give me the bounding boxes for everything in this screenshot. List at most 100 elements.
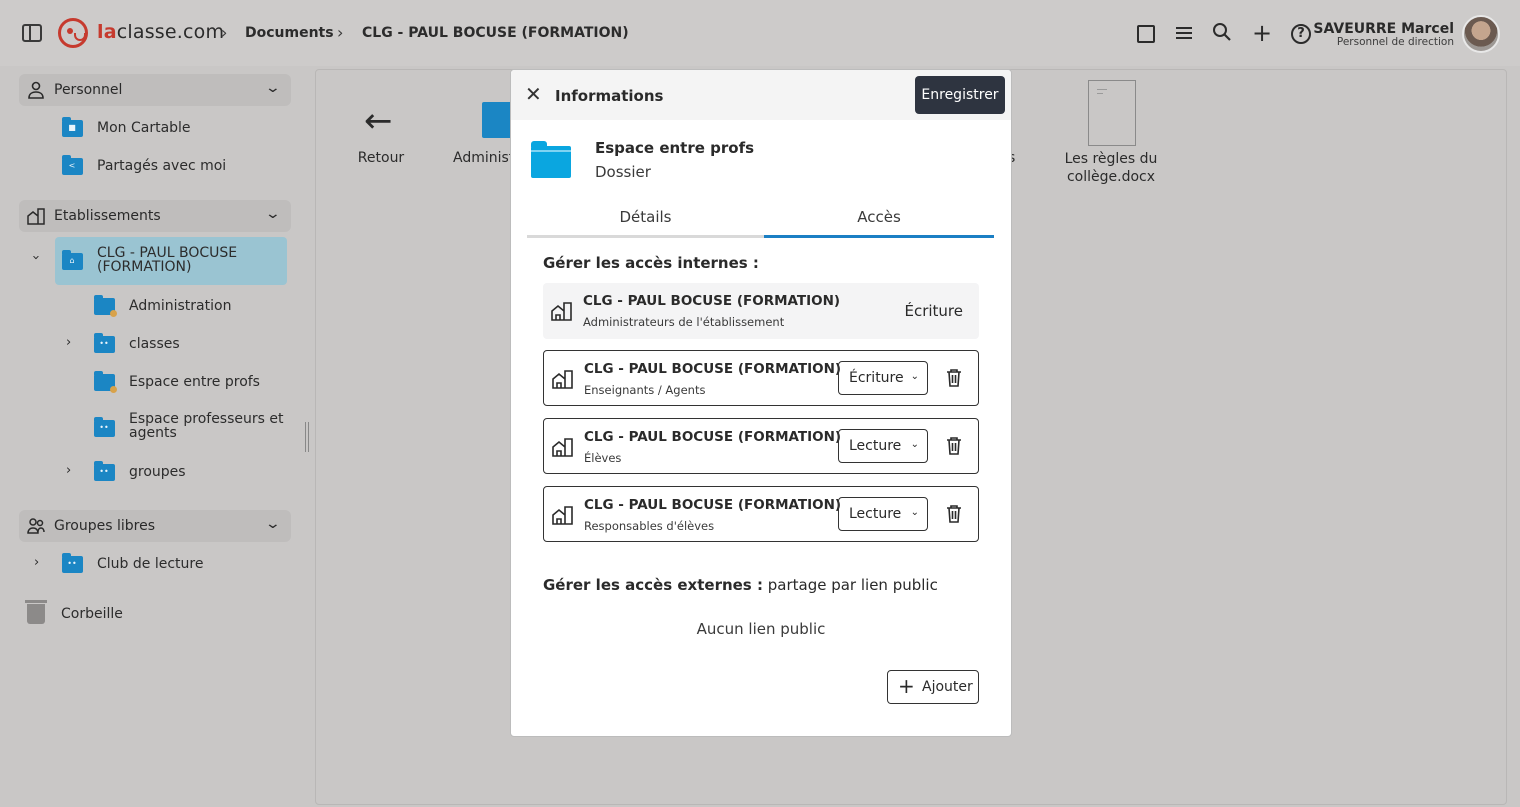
tab-acces[interactable]: Accès: [764, 202, 994, 238]
sidebar-item-label: CLG - PAUL BOCUSE (FORMATION): [97, 245, 238, 275]
access-group: Élèves: [584, 451, 622, 465]
group-icon: [27, 518, 45, 534]
folder-briefcase-icon: ■: [62, 117, 83, 137]
plus-icon: +: [898, 674, 915, 698]
item-type: Dossier: [595, 163, 651, 181]
sidebar-item-partages[interactable]: Partagés avec moi: [97, 158, 226, 174]
grid-item-label[interactable]: Administ: [453, 150, 511, 166]
save-button[interactable]: Enregistrer: [915, 76, 1005, 114]
resize-handle[interactable]: [305, 422, 309, 452]
access-right-select[interactable]: Écriture ⌄: [838, 361, 928, 395]
grid-item-label[interactable]: Les règles du collège.docx: [1062, 150, 1160, 186]
dialog-title: Informations: [555, 87, 664, 105]
select-value: Lecture: [849, 506, 902, 522]
access-group: Administrateurs de l'établissement: [583, 315, 785, 329]
chevron-down-icon: ⌄: [910, 371, 919, 382]
search-icon[interactable]: [1211, 22, 1233, 44]
sidebar-item-club-de-lecture[interactable]: Club de lecture: [97, 556, 203, 572]
folder-group-icon: ••: [94, 461, 115, 481]
sidebar: Personnel ⌄ ■ Mon Cartable < Partagés av…: [0, 66, 310, 807]
add-link-button[interactable]: + Ajouter: [887, 670, 979, 704]
tab-details[interactable]: Détails: [527, 202, 764, 238]
person-icon: [28, 81, 44, 99]
chevron-down-icon: ⌄: [264, 80, 282, 96]
folder-icon[interactable]: [482, 102, 512, 138]
access-right: Écriture: [904, 302, 963, 320]
help-icon[interactable]: ?: [1291, 24, 1311, 44]
trash-icon[interactable]: [946, 368, 962, 387]
chevron-right-icon: ›: [337, 23, 344, 42]
section-label: Personnel: [54, 82, 123, 98]
folder-group-icon: ••: [62, 553, 83, 573]
logo-text[interactable]: laclasse.com: [97, 21, 224, 43]
sidebar-item-corbeille[interactable]: Corbeille: [61, 606, 123, 622]
add-label: Ajouter: [922, 679, 973, 695]
square-view-icon[interactable]: [1137, 25, 1155, 43]
folder-group-icon: ••: [94, 333, 115, 353]
building-icon: [551, 302, 572, 321]
chevron-right-icon[interactable]: ›: [34, 555, 39, 570]
building-icon: [552, 438, 573, 457]
folder-group-icon: ••: [94, 417, 115, 437]
item-name: Espace entre profs: [595, 139, 755, 157]
chevron-down-icon: ⌄: [910, 439, 919, 450]
list-view-icon[interactable]: [1173, 22, 1195, 44]
folder-icon: [94, 295, 117, 317]
chevron-down-icon: ⌄: [910, 507, 919, 518]
access-row: CLG - PAUL BOCUSE (FORMATION) Administra…: [543, 283, 979, 339]
section-groupes-libres[interactable]: Groupes libres ⌄: [19, 510, 291, 542]
back-arrow-icon[interactable]: ←: [364, 104, 393, 138]
dialog-header: ✕ Informations Enregistrer: [511, 70, 1011, 120]
building-icon: [552, 370, 573, 389]
external-access-title: Gérer les accès externes : partage par l…: [543, 576, 938, 594]
sidebar-item-espace-professeurs[interactable]: Espace professeurs et agents: [129, 412, 289, 440]
trash-icon[interactable]: [946, 504, 962, 523]
access-row: CLG - PAUL BOCUSE (FORMATION) Enseignant…: [543, 350, 979, 406]
chevron-right-icon[interactable]: ›: [66, 335, 71, 350]
select-value: Écriture: [849, 370, 904, 386]
avatar[interactable]: [1462, 15, 1500, 53]
sidebar-item-groupes[interactable]: groupes: [129, 464, 186, 480]
top-bar: laclasse.com › Documents › CLG - PAUL BO…: [0, 0, 1520, 66]
folder-icon: [531, 141, 571, 178]
sidebar-item-mon-cartable[interactable]: Mon Cartable: [97, 120, 191, 136]
trash-icon[interactable]: [946, 436, 962, 455]
building-icon: [27, 208, 45, 225]
access-name: CLG - PAUL BOCUSE (FORMATION): [584, 429, 842, 445]
select-value: Lecture: [849, 438, 902, 454]
section-label: Groupes libres: [54, 518, 156, 534]
sidebar-item-espace-entre-profs[interactable]: Espace entre profs: [129, 374, 260, 390]
chevron-down-icon: ⌄: [264, 206, 282, 222]
access-right-select[interactable]: Lecture ⌄: [838, 497, 928, 531]
access-group: Enseignants / Agents: [584, 383, 706, 397]
plus-icon[interactable]: +: [1251, 21, 1273, 45]
section-etablissements[interactable]: Etablissements ⌄: [19, 200, 291, 232]
back-label[interactable]: Retour: [354, 150, 408, 166]
section-personnel[interactable]: Personnel ⌄: [19, 74, 291, 106]
breadcrumb-documents[interactable]: Documents: [245, 25, 334, 41]
section-label: Etablissements: [54, 208, 161, 224]
sidebar-item-classes[interactable]: classes: [129, 336, 180, 352]
access-group: Responsables d'élèves: [584, 519, 715, 533]
sidebar-toggle-icon[interactable]: [22, 24, 42, 42]
document-icon[interactable]: [1088, 80, 1136, 146]
chevron-right-icon[interactable]: ›: [66, 463, 71, 478]
folder-icon: [94, 371, 117, 393]
access-row: CLG - PAUL BOCUSE (FORMATION) Responsabl…: [543, 486, 979, 542]
breadcrumb-current[interactable]: CLG - PAUL BOCUSE (FORMATION): [362, 25, 629, 41]
external-title-bold: Gérer les accès externes :: [543, 576, 763, 594]
sidebar-item-clg-paul-bocuse[interactable]: ⌂ CLG - PAUL BOCUSE (FORMATION): [55, 237, 287, 285]
user-name[interactable]: SAVEURRE Marcel: [1313, 21, 1454, 37]
trash-icon: [25, 600, 47, 624]
access-name: CLG - PAUL BOCUSE (FORMATION): [584, 361, 842, 377]
logo-icon[interactable]: [58, 18, 88, 48]
folder-shared-icon: <: [62, 155, 83, 175]
chevron-right-icon: ›: [221, 23, 228, 42]
access-right-select[interactable]: Lecture ⌄: [838, 429, 928, 463]
close-icon[interactable]: ✕: [525, 84, 542, 104]
access-name: CLG - PAUL BOCUSE (FORMATION): [584, 497, 842, 513]
folder-building-icon: ⌂: [62, 250, 83, 270]
internal-access-title: Gérer les accès internes :: [543, 254, 759, 272]
chevron-down-icon[interactable]: ›: [28, 255, 43, 260]
sidebar-item-administration[interactable]: Administration: [129, 298, 231, 314]
